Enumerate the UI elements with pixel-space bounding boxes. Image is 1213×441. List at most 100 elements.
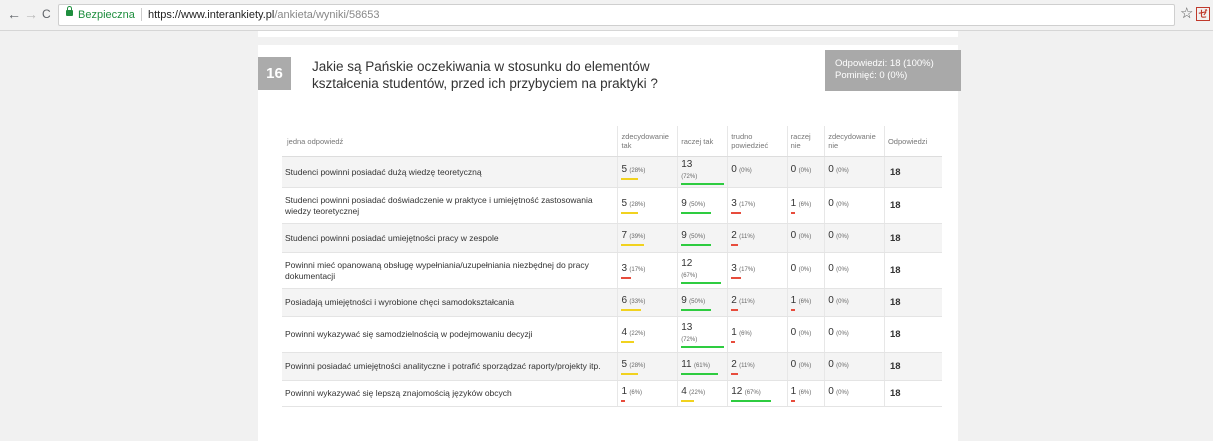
answer-percent: (0%) — [798, 362, 812, 369]
table-row: Powinni wykazywać się samodzielnością w … — [282, 316, 942, 353]
row-total: 18 — [884, 352, 942, 381]
answer-percent: (6%) — [798, 298, 812, 305]
answer-cell: 0 (0%) — [824, 223, 885, 253]
answer-count: 0 — [828, 294, 834, 306]
percent-bar — [681, 372, 719, 375]
answer-count: 2 — [731, 294, 737, 306]
table-row: Studenci powinni posiadać doświadczenie … — [282, 187, 942, 224]
answer-percent: (0%) — [739, 168, 752, 174]
bookmark-star-icon[interactable]: ☆ — [1180, 6, 1193, 21]
lock-icon — [66, 6, 73, 16]
answers-count: Odpowiedzi: 18 (100%) — [835, 58, 934, 69]
answer-cell: 13 (72%) — [677, 156, 729, 188]
forward-icon[interactable]: → — [24, 7, 38, 21]
answer-cell: 1 (6%) — [787, 187, 826, 224]
answer-cell: 5 (28%) — [617, 156, 679, 188]
browser-toolbar: ← → C Bezpieczna https://www.interankiet… — [0, 0, 1213, 31]
address-bar[interactable]: Bezpieczna https://www.interankiety.pl/a… — [58, 4, 1175, 26]
table-row: Powinni wykazywać się lepszą znajomością… — [282, 380, 942, 407]
answer-cell: 11 (61%) — [677, 352, 729, 381]
row-total: 18 — [884, 316, 942, 353]
answer-count: 13 — [681, 159, 693, 170]
percent-bar — [790, 308, 795, 311]
answer-cell: 0 (0%) — [824, 316, 885, 353]
answer-percent: (22%) — [689, 389, 706, 396]
answer-cell: 0 (0%) — [824, 352, 885, 381]
row-label: Posiadają umiejętności i wyrobione chęci… — [282, 288, 619, 317]
extension-icon[interactable]: ゼ — [1196, 7, 1210, 21]
table-row: Studenci powinni posiadać dużą wiedzę te… — [282, 156, 942, 188]
percent-bar — [681, 308, 712, 311]
answer-count: 0 — [790, 326, 797, 338]
url-text[interactable]: https://www.interankiety.pl/ankieta/wyni… — [148, 9, 380, 21]
answer-count: 1 — [621, 385, 627, 397]
answer-cell: 0 (0%) — [787, 352, 826, 381]
answer-cell: 12 (67%) — [727, 380, 788, 407]
percent-bar — [621, 244, 645, 246]
answer-count: 4 — [621, 326, 627, 338]
answer-percent: (28%) — [629, 201, 646, 208]
answer-count: 7 — [621, 230, 627, 241]
answer-cell: 13 (72%) — [677, 316, 729, 353]
back-icon[interactable]: ← — [7, 7, 21, 21]
percent-bar — [621, 211, 639, 214]
row-label: Powinni wykazywać się samodzielnością w … — [282, 316, 619, 353]
answer-cell: 0 (0%) — [824, 187, 885, 224]
answer-cell: 0 (0%) — [824, 288, 885, 317]
percent-bar — [621, 372, 639, 375]
answer-percent: (72%) — [681, 336, 698, 343]
answer-percent: (6%) — [798, 389, 812, 396]
answer-count: 0 — [731, 164, 737, 175]
answer-percent: (50%) — [689, 298, 706, 305]
answer-percent: (0%) — [836, 330, 849, 337]
answer-percent: (50%) — [689, 201, 706, 208]
answer-percent: (0%) — [798, 266, 812, 273]
row-label: Studenci powinni posiadać umiejętności p… — [282, 223, 619, 253]
answer-percent: (22%) — [629, 330, 646, 337]
answer-percent: (0%) — [798, 168, 812, 174]
percent-bar — [621, 340, 635, 343]
answer-count: 1 — [790, 294, 797, 306]
answer-cell: 3 (17%) — [727, 252, 788, 289]
answer-count: 0 — [828, 197, 834, 209]
percent-bar — [681, 281, 722, 284]
answer-percent: (72%) — [681, 174, 698, 180]
answer-percent: (0%) — [836, 234, 849, 240]
answer-percent: (61%) — [693, 362, 710, 369]
reload-icon[interactable]: C — [42, 7, 51, 21]
answer-percent: (28%) — [629, 362, 646, 369]
answer-count: 2 — [731, 230, 737, 241]
percent-bar — [731, 372, 739, 375]
answer-percent: (17%) — [739, 201, 756, 208]
row-label: Powinni mieć opanowaną obsługę wypełnian… — [282, 252, 619, 289]
answer-cell: 4 (22%) — [617, 316, 679, 353]
answer-count: 6 — [621, 294, 627, 306]
answer-percent: (0%) — [836, 168, 849, 174]
answer-cell: 9 (50%) — [677, 288, 729, 317]
answer-count: 4 — [681, 385, 687, 397]
answer-count: 5 — [621, 164, 627, 175]
percent-bar — [681, 345, 725, 348]
answer-count: 0 — [828, 358, 834, 370]
percent-bar — [731, 211, 742, 214]
answer-count: 0 — [828, 385, 834, 397]
percent-bar — [790, 399, 795, 402]
answer-cell: 4 (22%) — [677, 380, 729, 407]
table-row: Studenci powinni posiadać umiejętności p… — [282, 223, 942, 253]
answer-count: 0 — [790, 230, 797, 241]
question-number: 16 — [258, 57, 291, 90]
answer-cell: 2 (11%) — [727, 288, 788, 317]
answer-count: 11 — [681, 358, 692, 370]
answer-cell: 0 (0%) — [824, 380, 885, 407]
answer-percent: (11%) — [739, 362, 755, 369]
row-label: Powinni posiadać umiejętności analityczn… — [282, 352, 619, 381]
answer-cell: 1 (6%) — [787, 288, 826, 317]
percent-bar — [731, 276, 742, 279]
percent-bar — [621, 178, 639, 180]
column-header: zdecydowanie nie — [824, 126, 885, 157]
url-host: https://www.interankiety.pl — [148, 9, 275, 21]
answer-percent: (6%) — [739, 330, 752, 337]
table-body: Studenci powinni posiadać dużą wiedzę te… — [282, 156, 942, 407]
answer-percent: (67%) — [681, 272, 698, 279]
column-header: raczej tak — [677, 126, 729, 157]
